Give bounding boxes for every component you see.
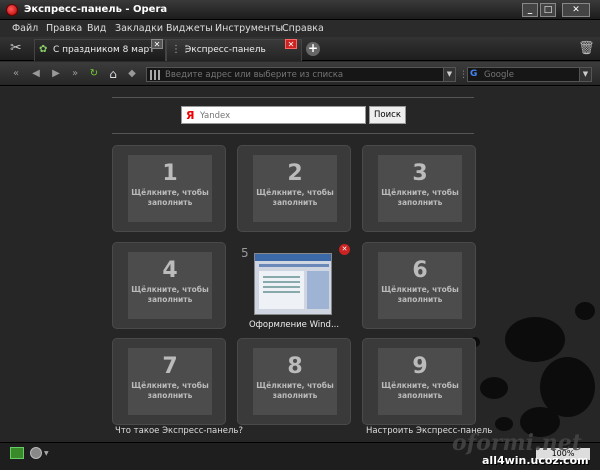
rewind-icon[interactable]: « bbox=[10, 68, 22, 80]
close-tab-icon[interactable]: ✕ bbox=[151, 39, 163, 49]
menu-tools[interactable]: Инструменты bbox=[215, 23, 283, 34]
tab-bar: ✂ ✿ С праздником 8 марта! ✕ ⋮⋮ Экспресс-… bbox=[0, 37, 600, 61]
slot-hint: Щёлкните, чтобы заполнить bbox=[256, 188, 334, 207]
slot-number: 9 bbox=[412, 354, 428, 379]
speed-dial-grid-icon: ⋮⋮ bbox=[171, 44, 191, 55]
tab-8-march[interactable]: ✿ С праздником 8 марта! ✕ bbox=[34, 39, 166, 61]
slot-title: Оформление Wind... bbox=[248, 320, 340, 330]
home-icon[interactable]: ⌂ bbox=[107, 68, 119, 80]
speed-dial-slot-4[interactable]: 4 Щёлкните, чтобы заполнить bbox=[112, 242, 226, 329]
menu-file[interactable]: Файл bbox=[12, 23, 38, 34]
slot-number: 8 bbox=[287, 354, 303, 379]
slot-number: 5 bbox=[241, 246, 249, 260]
tab-label: Экспресс-панель bbox=[185, 45, 266, 55]
menu-widgets[interactable]: Виджеты bbox=[166, 23, 213, 34]
watermark-site: all4win.ucoz.com bbox=[482, 454, 589, 467]
back-icon[interactable]: ◀ bbox=[30, 68, 42, 80]
watermark-logo: oformi.net bbox=[452, 430, 582, 456]
slot-hint: Щёлкните, чтобы заполнить bbox=[381, 381, 459, 400]
slot-number: 2 bbox=[287, 161, 303, 186]
menu-view[interactable]: Вид bbox=[87, 23, 106, 34]
slot-hint: Щёлкните, чтобы заполнить bbox=[256, 381, 334, 400]
google-icon[interactable]: G bbox=[470, 69, 481, 80]
ink-splatter-decoration bbox=[480, 377, 508, 399]
speed-dial-slot-2[interactable]: 2 Щёлкните, чтобы заполнить bbox=[237, 145, 351, 232]
yandex-search-box[interactable]: Я bbox=[181, 106, 366, 124]
menu-bar: Файл Правка Вид Закладки Виджеты Инструм… bbox=[0, 20, 600, 37]
menu-bookmarks[interactable]: Закладки bbox=[115, 23, 163, 34]
address-dropdown-icon[interactable]: ▼ bbox=[443, 68, 455, 81]
remove-slot-icon[interactable]: ✕ bbox=[339, 244, 350, 255]
slot-hint: Щёлкните, чтобы заполнить bbox=[381, 285, 459, 304]
close-tab-icon[interactable]: ✕ bbox=[285, 39, 297, 49]
search-engine-dropdown-icon[interactable]: ▼ bbox=[579, 68, 591, 81]
turbo-icon[interactable] bbox=[30, 447, 42, 459]
ink-splatter-decoration bbox=[575, 302, 595, 320]
yandex-search-button[interactable]: Поиск bbox=[369, 106, 406, 124]
tab-speed-dial[interactable]: ⋮⋮ Экспресс-панель ✕ bbox=[166, 39, 302, 61]
page-thumbnail[interactable] bbox=[254, 253, 332, 315]
slot-hint: Щёлкните, чтобы заполнить bbox=[381, 188, 459, 207]
tools-icon[interactable]: ✂ bbox=[10, 40, 28, 58]
speed-dial-slot-7[interactable]: 7 Щёлкните, чтобы заполнить bbox=[112, 338, 226, 425]
what-is-speed-dial-link[interactable]: Что такое Экспресс-панель? bbox=[115, 426, 243, 436]
yandex-search-input[interactable] bbox=[200, 110, 360, 121]
slot-number: 4 bbox=[162, 258, 178, 283]
speed-dial-slot-6[interactable]: 6 Щёлкните, чтобы заполнить bbox=[362, 242, 476, 329]
speed-dial-slot-3[interactable]: 3 Щёлкните, чтобы заполнить bbox=[362, 145, 476, 232]
address-bar[interactable]: ▼ bbox=[146, 67, 456, 82]
window-title: Экспресс-панель - Opera bbox=[24, 4, 168, 15]
divider bbox=[112, 133, 474, 134]
ink-splatter-decoration bbox=[505, 317, 565, 362]
wand-icon[interactable]: ◆ bbox=[126, 68, 138, 80]
new-tab-button[interactable]: + bbox=[306, 42, 320, 56]
title-bar: Экспресс-панель - Opera _ □ ✕ bbox=[0, 0, 600, 20]
trash-icon[interactable]: 🗑 bbox=[578, 41, 595, 57]
panel-toggle-icon[interactable] bbox=[10, 447, 24, 459]
ink-splatter-decoration bbox=[495, 417, 513, 431]
speed-dial-grid-icon bbox=[150, 70, 160, 80]
opera-logo-icon[interactable] bbox=[6, 4, 18, 16]
slot-hint: Щёлкните, чтобы заполнить bbox=[131, 188, 209, 207]
fast-forward-icon[interactable]: » bbox=[69, 68, 81, 80]
speed-dial-page: Я Поиск 1 Щёлкните, чтобызаполнить 2 Щёл… bbox=[0, 87, 600, 442]
address-input[interactable] bbox=[165, 69, 435, 80]
slot-number: 3 bbox=[412, 161, 428, 186]
yandex-icon: Я bbox=[186, 109, 195, 122]
minimize-button[interactable]: _ bbox=[522, 3, 538, 17]
speed-dial-slot-5[interactable]: 5 Оформление Wind... ✕ bbox=[237, 242, 351, 330]
divider bbox=[112, 97, 474, 98]
slot-number: 6 bbox=[412, 258, 428, 283]
chevron-down-icon[interactable]: ▼ bbox=[44, 450, 49, 457]
navigation-bar: « ◀ ▶ » ↻ ⌂ ◆ ▼ ⋮ G ▼ bbox=[0, 62, 600, 86]
slot-hint: Щёлкните, чтобы заполнить bbox=[131, 285, 209, 304]
speed-dial-slot-8[interactable]: 8 Щёлкните, чтобы заполнить bbox=[237, 338, 351, 425]
tab-label: С праздником 8 марта! bbox=[53, 45, 153, 55]
slot-hint: Щёлкните, чтобы заполнить bbox=[131, 381, 209, 400]
reload-icon[interactable]: ↻ bbox=[88, 68, 100, 80]
slot-number: 7 bbox=[162, 354, 178, 379]
tab-favicon-icon: ✿ bbox=[39, 44, 48, 55]
speed-dial-slot-1[interactable]: 1 Щёлкните, чтобы заполнить bbox=[112, 145, 226, 232]
menu-help[interactable]: Справка bbox=[282, 23, 324, 34]
close-window-button[interactable]: ✕ bbox=[562, 3, 590, 17]
slot-number: 1 bbox=[162, 161, 178, 186]
search-input[interactable] bbox=[484, 69, 574, 80]
forward-icon[interactable]: ▶ bbox=[50, 68, 62, 80]
speed-dial-slot-9[interactable]: 9 Щёлкните, чтобы заполнить bbox=[362, 338, 476, 425]
maximize-button[interactable]: □ bbox=[540, 3, 556, 17]
menu-edit[interactable]: Правка bbox=[46, 23, 82, 34]
search-box[interactable]: G ▼ bbox=[467, 67, 592, 82]
